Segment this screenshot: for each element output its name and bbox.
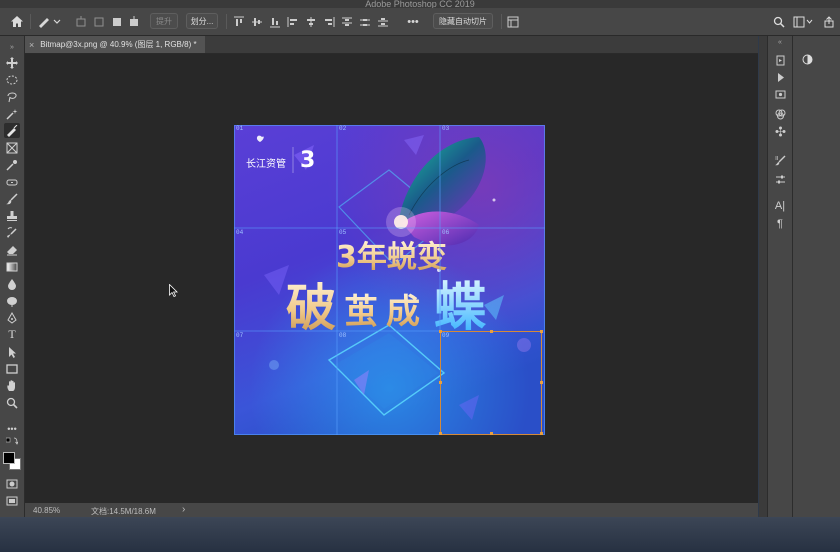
tools-panel: » T ••• xyxy=(0,36,25,517)
foreground-color-swatch[interactable] xyxy=(3,452,15,464)
rectangle-icon[interactable] xyxy=(4,361,20,376)
desktop-background xyxy=(0,517,840,552)
tab-close-icon[interactable]: × xyxy=(29,40,34,50)
headline-char-jian: 茧 xyxy=(344,292,378,332)
blur-icon[interactable] xyxy=(4,276,20,291)
panel-icon-dock: « A| ¶ xyxy=(767,36,792,517)
quick-select-icon[interactable] xyxy=(4,106,20,121)
tab-label: Bitmap@3x.png @ 40.9% (图层 1, RGB/8) * xyxy=(40,40,197,49)
swap-colors-icon[interactable] xyxy=(4,436,20,446)
slice-label: 07 xyxy=(236,332,244,339)
more-options-icon[interactable]: ••• xyxy=(404,13,422,30)
separator xyxy=(226,14,227,29)
quick-mask-icon[interactable] xyxy=(4,476,20,491)
color-panel-icon[interactable] xyxy=(773,107,787,121)
actions-panel-icon[interactable] xyxy=(773,70,787,84)
share-icon[interactable] xyxy=(822,13,836,30)
marquee-icon[interactable] xyxy=(4,72,20,87)
slice-label: 09 xyxy=(442,332,450,339)
app-title-bar: Adobe Photoshop CC 2019 xyxy=(0,0,840,8)
status-menu-arrow-icon[interactable]: › xyxy=(182,504,185,515)
swatches-panel-icon[interactable] xyxy=(773,124,787,138)
move-icon[interactable] xyxy=(4,55,20,70)
zoom-level[interactable]: 40.85% xyxy=(33,506,60,515)
frame-icon[interactable] xyxy=(4,140,20,155)
headline-line1: 3年蜕变 xyxy=(336,240,447,275)
headline-char-po: 破 xyxy=(286,278,336,337)
document-size-info[interactable]: 文档:14.5M/18.6M xyxy=(91,506,156,517)
adjustments-panel-icon[interactable] xyxy=(773,172,787,186)
adjustments-half-circle-icon[interactable] xyxy=(800,52,814,66)
brush-icon[interactable] xyxy=(4,191,20,206)
slice-label: 02 xyxy=(339,125,347,132)
screen-mode-icon[interactable] xyxy=(4,493,20,508)
eyedropper-icon[interactable] xyxy=(4,157,20,172)
slice-icon[interactable] xyxy=(4,123,20,138)
zoom-icon[interactable] xyxy=(4,395,20,410)
dock-collapse-icon[interactable]: « xyxy=(773,38,787,46)
slice-label: 04 xyxy=(236,229,244,236)
align-top-icon[interactable] xyxy=(232,13,246,30)
headline-char-cheng: 成 xyxy=(386,292,420,332)
hand-icon[interactable] xyxy=(4,378,20,393)
anniversary-three-logo: 3 xyxy=(300,148,315,173)
dodge-icon[interactable] xyxy=(4,293,20,308)
slice-label: 08 xyxy=(339,332,347,339)
promote-button[interactable]: 提升 xyxy=(150,13,178,29)
history-brush-icon[interactable] xyxy=(4,225,20,240)
brush-settings-icon[interactable] xyxy=(773,153,787,167)
options-bar: 提升 划分... ••• 隐藏自动切片 xyxy=(0,8,840,36)
mouse-cursor-icon xyxy=(169,283,178,302)
status-bar: 40.85% 文档:14.5M/18.6M › xyxy=(25,503,758,517)
slice-label: 03 xyxy=(442,125,450,132)
home-icon[interactable] xyxy=(8,13,26,30)
document-tab-bar: × Bitmap@3x.png @ 40.9% (图层 1, RGB/8) * xyxy=(25,36,758,54)
healing-icon[interactable] xyxy=(4,174,20,189)
distribute-bottom-icon[interactable] xyxy=(376,13,390,30)
arrange-front-icon[interactable] xyxy=(74,13,88,30)
distribute-vcenter-icon[interactable] xyxy=(358,13,372,30)
slice-label: 06 xyxy=(442,229,450,236)
slice-tool-preset-icon[interactable] xyxy=(36,13,62,30)
document-tab[interactable]: × Bitmap@3x.png @ 40.9% (图层 1, RGB/8) * xyxy=(25,36,205,53)
distribute-top-icon[interactable] xyxy=(340,13,354,30)
align-vcenter-icon[interactable] xyxy=(250,13,264,30)
slice-label: 01 xyxy=(236,125,244,132)
stamp-icon[interactable] xyxy=(4,208,20,223)
headline-char-die: 蝶 xyxy=(434,278,486,338)
arrange-forward-icon[interactable] xyxy=(92,13,106,30)
info-panel-icon[interactable] xyxy=(773,87,787,101)
separator xyxy=(501,14,502,29)
gradient-icon[interactable] xyxy=(4,259,20,274)
slice-options-icon[interactable] xyxy=(506,13,520,30)
history-panel-icon[interactable] xyxy=(773,53,787,67)
workspace-switcher-icon[interactable] xyxy=(792,13,814,30)
eraser-icon[interactable] xyxy=(4,242,20,257)
panel-dock-gutter xyxy=(759,36,767,517)
slice-label: 05 xyxy=(339,229,347,236)
paragraph-panel-icon[interactable]: ¶ xyxy=(773,217,787,231)
arrange-backward-icon[interactable] xyxy=(110,13,124,30)
divide-button[interactable]: 划分... xyxy=(186,13,218,29)
lasso-icon[interactable] xyxy=(4,89,20,104)
separator xyxy=(30,14,31,29)
app-title: Adobe Photoshop CC 2019 xyxy=(365,0,475,8)
path-select-icon[interactable] xyxy=(4,344,20,359)
panel-icon-dock-secondary xyxy=(792,36,840,517)
align-right-icon[interactable] xyxy=(322,13,336,30)
document-canvas[interactable]: 长江资管 3 3年蜕变 破 茧 成 蝶 01 02 03 04 05 06 07… xyxy=(234,125,545,435)
more-tools-icon[interactable]: ••• xyxy=(4,421,20,436)
type-icon[interactable]: T xyxy=(4,327,20,342)
hide-auto-slices-button[interactable]: 隐藏自动切片 xyxy=(433,13,493,29)
align-bottom-icon[interactable] xyxy=(268,13,282,30)
align-left-icon[interactable] xyxy=(286,13,300,30)
search-icon[interactable] xyxy=(772,13,786,30)
character-panel-icon[interactable]: A| xyxy=(773,199,787,213)
brand-logo-text: 长江资管 xyxy=(246,157,286,170)
panel-collapse-icon[interactable]: » xyxy=(4,40,20,55)
arrange-back-icon[interactable] xyxy=(127,13,141,30)
pen-icon[interactable] xyxy=(4,310,20,325)
align-hcenter-icon[interactable] xyxy=(304,13,318,30)
